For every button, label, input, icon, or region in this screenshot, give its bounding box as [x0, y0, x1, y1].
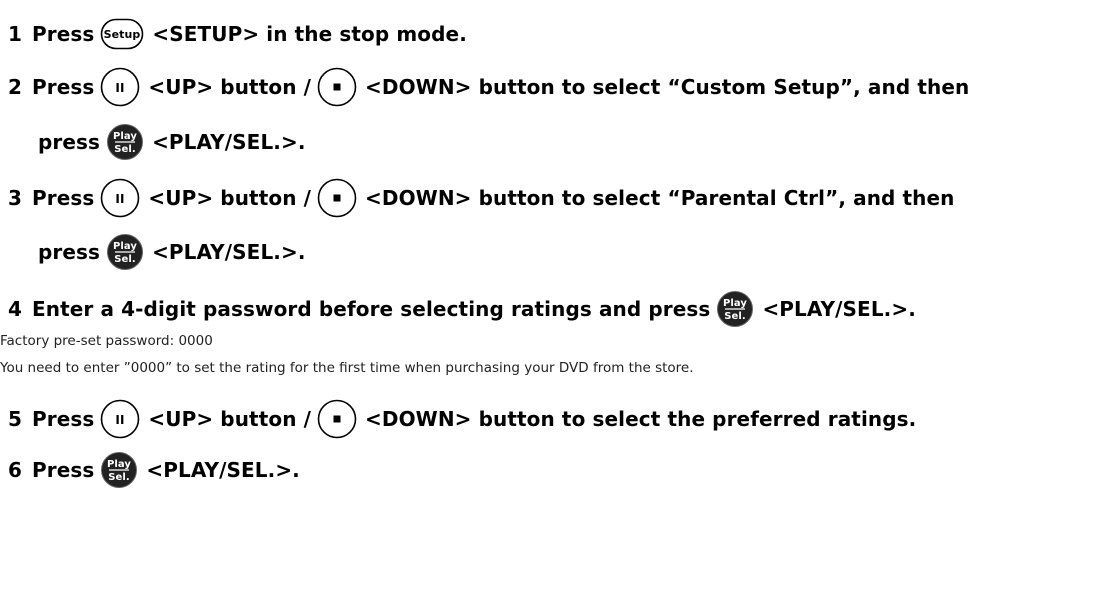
svg-text:II: II	[116, 413, 125, 427]
step-4: 4 Enter a 4-digit password before select…	[8, 290, 916, 328]
step-number: 3	[8, 186, 23, 210]
up-icon-glyph: II	[116, 81, 125, 95]
step-text: <PLAY/SEL.>.	[762, 297, 916, 321]
step-lead: Press	[32, 186, 95, 210]
svg-text:Sel.: Sel.	[725, 311, 747, 322]
factory-password-note: Factory pre-set password: 0000	[0, 333, 213, 349]
step-number: 6	[8, 458, 23, 482]
down-text: <DOWN> button to select “Parental Ctrl”,…	[365, 186, 955, 210]
step-lead: press	[38, 130, 101, 154]
up-button-icon: II	[100, 67, 140, 107]
svg-text:Play: Play	[113, 241, 137, 252]
step-5: 5 Press II <UP> button / <DOWN> button t…	[8, 399, 916, 439]
step-text: <PLAY/SEL.>.	[152, 130, 306, 154]
svg-text:II: II	[116, 192, 125, 206]
step-2: 2 Press II <UP> button / <DOWN> button t…	[8, 67, 969, 107]
up-button-icon: II	[100, 178, 140, 218]
play-sel-button-icon: Play Sel.	[106, 123, 144, 161]
play-sel-button-icon: Play Sel.	[100, 451, 138, 489]
step-3: 3 Press II <UP> button / <DOWN> button t…	[8, 178, 955, 218]
step-lead: Press	[32, 407, 95, 431]
svg-text:Sel.: Sel.	[109, 472, 131, 483]
up-text: <UP> button /	[148, 75, 312, 99]
svg-text:Play: Play	[107, 459, 131, 470]
step-2-continuation: press Play Sel. <PLAY/SEL.>.	[38, 123, 306, 161]
step-number: 1	[8, 22, 23, 46]
down-button-icon	[317, 399, 357, 439]
up-button-icon: II	[100, 399, 140, 439]
step-number: 2	[8, 75, 23, 99]
setup-icon-label: Setup	[104, 28, 141, 41]
up-text: <UP> button /	[148, 186, 312, 210]
down-button-icon	[317, 178, 357, 218]
step-6: 6 Press Play Sel. <PLAY/SEL.>.	[8, 451, 300, 489]
setup-button-icon: Setup	[100, 18, 144, 50]
step-3-continuation: press Play Sel. <PLAY/SEL.>.	[38, 233, 306, 271]
step-1: 1 Press Setup <SETUP> in the stop mode.	[8, 18, 467, 50]
step-text: <PLAY/SEL.>.	[146, 458, 300, 482]
down-button-icon	[317, 67, 357, 107]
svg-text:Play: Play	[723, 298, 747, 309]
svg-text:Play: Play	[113, 131, 137, 142]
svg-text:Sel.: Sel.	[114, 254, 136, 265]
first-time-note: You need to enter ”0000” to set the rati…	[0, 360, 694, 376]
up-text: <UP> button /	[148, 407, 312, 431]
down-text: <DOWN> button to select the preferred ra…	[365, 407, 917, 431]
step-text: <SETUP> in the stop mode.	[152, 22, 467, 46]
step-text: <PLAY/SEL.>.	[152, 240, 306, 264]
step-lead: Press	[32, 458, 95, 482]
svg-text:Sel.: Sel.	[114, 144, 136, 155]
step-number: 5	[8, 407, 23, 431]
down-text: <DOWN> button to select “Custom Setup”, …	[365, 75, 970, 99]
play-sel-button-icon: Play Sel.	[716, 290, 754, 328]
play-sel-button-icon: Play Sel.	[106, 233, 144, 271]
step-lead: Enter a 4-digit password before selectin…	[32, 297, 711, 321]
step-lead: Press	[32, 22, 95, 46]
step-lead: press	[38, 240, 101, 264]
step-number: 4	[8, 297, 23, 321]
step-lead: Press	[32, 75, 95, 99]
